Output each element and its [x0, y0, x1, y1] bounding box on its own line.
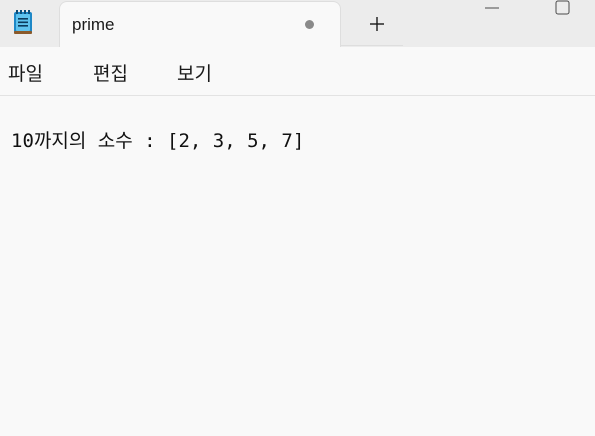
menu-bar: 파일 편집 보기 — [0, 47, 595, 96]
unsaved-dot-icon[interactable] — [305, 20, 314, 29]
text-editor[interactable]: 10까지의 소수 : [2, 3, 5, 7] — [0, 96, 595, 436]
minimize-icon[interactable] — [478, 0, 506, 14]
editor-content[interactable]: 10까지의 소수 : [2, 3, 5, 7] — [11, 126, 304, 153]
menu-view[interactable]: 보기 — [177, 59, 212, 86]
menu-edit[interactable]: 편집 — [93, 59, 128, 86]
plus-icon[interactable] — [366, 13, 388, 35]
tab-divider — [341, 45, 403, 46]
notepad-window: prime 파일 편집 보기 10까지의 소수 : [2, 3, 5, 7] — [0, 0, 595, 436]
tab-title: prime — [72, 15, 115, 34]
notepad-icon — [13, 10, 33, 34]
menu-file[interactable]: 파일 — [8, 59, 43, 86]
title-bar: prime — [0, 0, 595, 47]
tab-prime[interactable]: prime — [59, 1, 341, 47]
maximize-icon[interactable] — [548, 0, 576, 18]
